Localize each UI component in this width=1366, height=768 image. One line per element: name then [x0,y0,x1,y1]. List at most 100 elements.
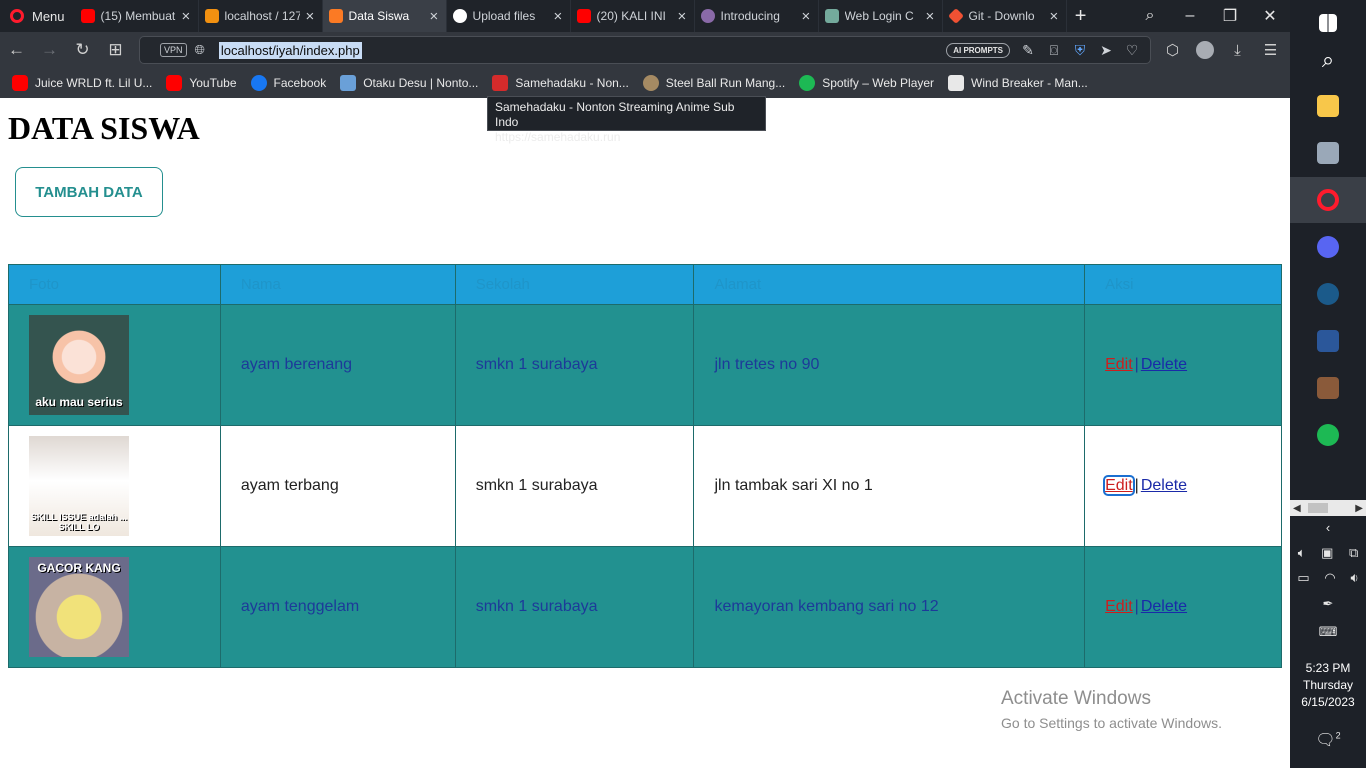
photo-caption: aku mau serius [35,395,123,409]
tooltip-url: https://samehadaku.run [495,130,621,144]
sekolah-cell: smkn 1 surabaya [454,304,695,426]
close-tab-icon[interactable]: × [306,8,316,25]
tambah-data-button[interactable]: TAMBAH DATA [15,167,163,217]
restore-button[interactable]: ❐ [1210,6,1250,26]
bookmark-youtube[interactable]: YouTube [166,75,237,91]
keyboard-icon[interactable]: ⌨ [1290,624,1366,640]
profile-avatar[interactable] [1196,41,1214,59]
taskbar-steam[interactable] [1290,271,1366,317]
chatgpt-icon [824,9,839,23]
taskbar-opera[interactable] [1290,177,1366,223]
tray-row-2: ▭ ◠ 🔉︎ [1290,570,1366,586]
close-tab-icon[interactable]: × [802,8,812,25]
ai-prompts-button[interactable]: AI PROMPTS [946,42,1010,58]
taskbar-game[interactable] [1290,365,1366,411]
easy-setup-icon[interactable]: ☰ [1256,41,1285,59]
download-icon[interactable]: ⤓ [1223,42,1252,59]
tab-label: Git - Downlo [968,9,1035,23]
scroll-right-icon[interactable]: ▶ [1355,503,1363,514]
shield-icon[interactable]: ⛨ [1072,42,1088,59]
tab-upload-files[interactable]: Upload files × [447,0,571,32]
table-header-row: Foto Nama Sekolah Alamat Aksi [8,264,1282,305]
tab-data-siswa[interactable]: Data Siswa × [322,0,447,32]
bookmark-spotify[interactable]: Spotify – Web Player [799,75,934,91]
forward-button[interactable]: → [33,40,66,60]
notification-center-button[interactable]: 🗨︎2 [1290,730,1366,750]
delete-link[interactable]: Delete [1141,477,1187,494]
youtube-icon [166,75,183,91]
nama-cell: ayam berenang [219,304,456,426]
column-header-alamat: Alamat [693,264,1086,305]
tab-introducing[interactable]: Introducing × [695,0,819,32]
edit-link[interactable]: Edit [1105,356,1133,373]
edit-link[interactable]: Edit [1105,598,1133,615]
bookmark-steel-ball-run[interactable]: Steel Ball Run Mang... [642,75,785,91]
taskbar-spotify[interactable] [1290,412,1366,458]
git-icon [947,8,964,24]
bookmark-label: Samehadaku - Non... [515,76,629,90]
opera-logo-icon [10,9,24,23]
battery-icon[interactable]: ▭ [1297,570,1309,586]
taskbar-word[interactable] [1290,318,1366,364]
wifi-icon[interactable]: ◠ [1324,570,1335,586]
back-button[interactable]: ← [0,40,33,60]
bookmark-samehadaku[interactable]: Samehadaku - Non... [492,75,629,91]
taskbar-file-explorer[interactable] [1290,83,1366,129]
close-tab-icon[interactable]: × [1050,8,1060,25]
new-tab-button[interactable]: + [1067,5,1095,28]
opera-menu-button[interactable]: Menu [0,0,75,32]
extensions-icon[interactable]: ⬡ [1158,41,1187,59]
vpn-badge[interactable]: VPN [160,43,187,57]
screenshot-icon[interactable]: ⧉ [1349,545,1358,561]
bookmark-juice-wrld[interactable]: Juice WRLD ft. Lil U... [12,75,152,91]
close-window-button[interactable]: ✕ [1250,6,1290,26]
bookmark-otaku-desu[interactable]: Otaku Desu | Nonto... [340,75,478,91]
pen-icon[interactable]: ✒ [1290,596,1366,612]
close-tab-icon[interactable]: × [926,8,936,25]
delete-link[interactable]: Delete [1141,598,1187,615]
taskbar-remote-desktop[interactable] [1290,130,1366,176]
globe-icon: 🌐︎ [194,42,205,57]
volume-icon[interactable]: 🔈︎ [1298,545,1306,561]
delete-link[interactable]: Delete [1141,356,1187,373]
taskbar-scrollbar[interactable]: ◀ ▶ [1290,500,1366,516]
edit-link[interactable]: Edit [1103,475,1135,496]
system-clock[interactable]: 5:23 PM Thursday 6/15/2023 [1290,660,1366,711]
bookmark-facebook[interactable]: Facebook [250,75,326,91]
tab-phpmyadmin[interactable]: localhost / 127 × [199,0,323,32]
close-tab-icon[interactable]: × [554,8,564,25]
url-input[interactable]: localhost/iyah/index.php [218,41,362,59]
notification-count: 2 [1335,730,1341,741]
window-controls: ⌕ – ❐ ✕ [1130,0,1290,32]
heart-icon[interactable]: ♡ [1124,42,1140,59]
search-button[interactable]: ⌕ [1290,37,1366,83]
minimize-button[interactable]: – [1170,7,1210,25]
tab-label: localhost / 127 [224,9,300,23]
send-icon[interactable]: ➤ [1098,42,1114,59]
sekolah-cell: smkn 1 surabaya [454,425,695,547]
tab-membuat[interactable]: (15) Membuat × [75,0,199,32]
tab-web-login[interactable]: Web Login C × [819,0,943,32]
aksi-cell: Edit | Delete [1084,304,1282,426]
tab-bar: Menu (15) Membuat × localhost / 127 × Da… [0,0,1290,32]
tab-search-icon[interactable]: ⌕ [1130,7,1170,25]
nama-cell: ayam tenggelam [219,546,456,668]
reload-button[interactable]: ↻ [66,40,99,60]
edit-icon[interactable]: ✎ [1020,42,1036,59]
capture-icon[interactable]: ▣ [1321,545,1333,561]
tabs-overview-icon[interactable]: ⊞ [99,40,132,60]
tab-kali-ini[interactable]: (20) KALI INI × [571,0,695,32]
scroll-left-icon[interactable]: ◀ [1293,503,1301,514]
speaker-icon[interactable]: 🔉︎ [1350,570,1358,586]
tab-git-download[interactable]: Git - Downlo × [943,0,1067,32]
close-tab-icon[interactable]: × [430,8,440,25]
address-bar[interactable]: VPN 🌐︎ localhost/iyah/index.php AI PROMP… [139,36,1151,64]
close-tab-icon[interactable]: × [678,8,688,25]
taskbar-discord[interactable] [1290,224,1366,270]
scrollbar-thumb[interactable] [1308,503,1328,513]
tray-expand-icon[interactable]: ‹ [1290,520,1366,535]
bookmark-wind-breaker[interactable]: Wind Breaker - Man... [948,75,1088,91]
youtube-icon [80,9,95,23]
camera-icon[interactable]: ⌼ [1046,42,1062,59]
close-tab-icon[interactable]: × [182,8,192,25]
